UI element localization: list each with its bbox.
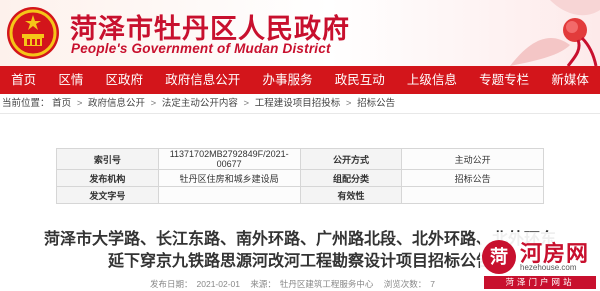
watermark: 菏 河房网 hezehouse.com 菏泽门户网站: [480, 232, 600, 291]
nav-new-media[interactable]: 新媒体: [540, 66, 600, 94]
nav-special-topics[interactable]: 专题专栏: [468, 66, 540, 94]
docno-label: 发文字号: [56, 186, 159, 204]
info-table: 索引号 11371702MB2792849F/2021-00677 公开方式 主…: [56, 148, 544, 204]
valid-label: 有效性: [299, 186, 403, 204]
breadcrumb-prefix: 当前位置：: [2, 98, 50, 109]
org-label: 发布机构: [56, 169, 159, 187]
publish-date: 2021-02-01: [196, 279, 240, 289]
nav-superior-info[interactable]: 上级信息: [396, 66, 468, 94]
source-label: 来源：: [250, 279, 276, 289]
table-row: 发布机构 牡丹区住房和城乡建设局 组配分类 招标公告: [56, 169, 544, 187]
valid-value: [401, 186, 544, 204]
breadcrumb-info-disclosure[interactable]: 政府信息公开: [88, 98, 145, 109]
main-nav: 首页 区情 区政府 政府信息公开 办事服务 政民互动 上级信息 专题专栏 新媒体: [0, 66, 600, 94]
views-label: 浏览次数：: [383, 279, 427, 289]
nav-services[interactable]: 办事服务: [251, 66, 323, 94]
org-value: 牡丹区住房和城乡建设局: [157, 169, 301, 187]
nav-district-info[interactable]: 区情: [47, 66, 94, 94]
breadcrumb-bidding[interactable]: 工程建设项目招投标: [255, 98, 341, 109]
index-label: 索引号: [56, 148, 159, 170]
date-label: 发布日期：: [150, 279, 193, 289]
peony-decoration-icon: [510, 0, 600, 66]
method-label: 公开方式: [299, 148, 403, 170]
watermark-logo-icon: 菏: [482, 240, 516, 274]
national-emblem-icon: [7, 7, 59, 59]
source-value: 牡丹区建筑工程服务中心: [279, 279, 374, 289]
nav-interaction[interactable]: 政民互动: [324, 66, 396, 94]
site-header: 菏泽市牡丹区人民政府 People's Government of Mudan …: [0, 0, 600, 66]
site-subtitle: People's Government of Mudan District: [71, 41, 331, 56]
breadcrumb-separator: >: [243, 98, 250, 109]
watermark-tag: 菏泽门户网站: [484, 276, 596, 289]
breadcrumb-separator: >: [345, 98, 352, 109]
nav-info-disclosure[interactable]: 政府信息公开: [154, 66, 251, 94]
breadcrumb-separator: >: [150, 98, 157, 109]
views-count: 7: [430, 279, 436, 289]
breadcrumb: 当前位置： 首页 > 政府信息公开 > 法定主动公开内容 > 工程建设项目招投标…: [0, 94, 600, 114]
form-value: 招标公告: [401, 169, 544, 187]
watermark-url: hezehouse.com: [520, 263, 577, 272]
breadcrumb-separator: >: [76, 98, 83, 109]
table-row: 发文字号 有效性: [56, 186, 544, 204]
table-row: 索引号 11371702MB2792849F/2021-00677 公开方式 主…: [56, 148, 544, 170]
breadcrumb-tender-notice[interactable]: 招标公告: [357, 98, 395, 109]
index-value: 11371702MB2792849F/2021-00677: [157, 148, 301, 170]
form-label: 组配分类: [299, 169, 403, 187]
breadcrumb-statutory[interactable]: 法定主动公开内容: [162, 98, 238, 109]
breadcrumb-home[interactable]: 首页: [52, 98, 71, 109]
nav-home[interactable]: 首页: [0, 66, 47, 94]
nav-district-government[interactable]: 区政府: [94, 66, 154, 94]
method-value: 主动公开: [401, 148, 544, 170]
docno-value: [157, 186, 301, 204]
